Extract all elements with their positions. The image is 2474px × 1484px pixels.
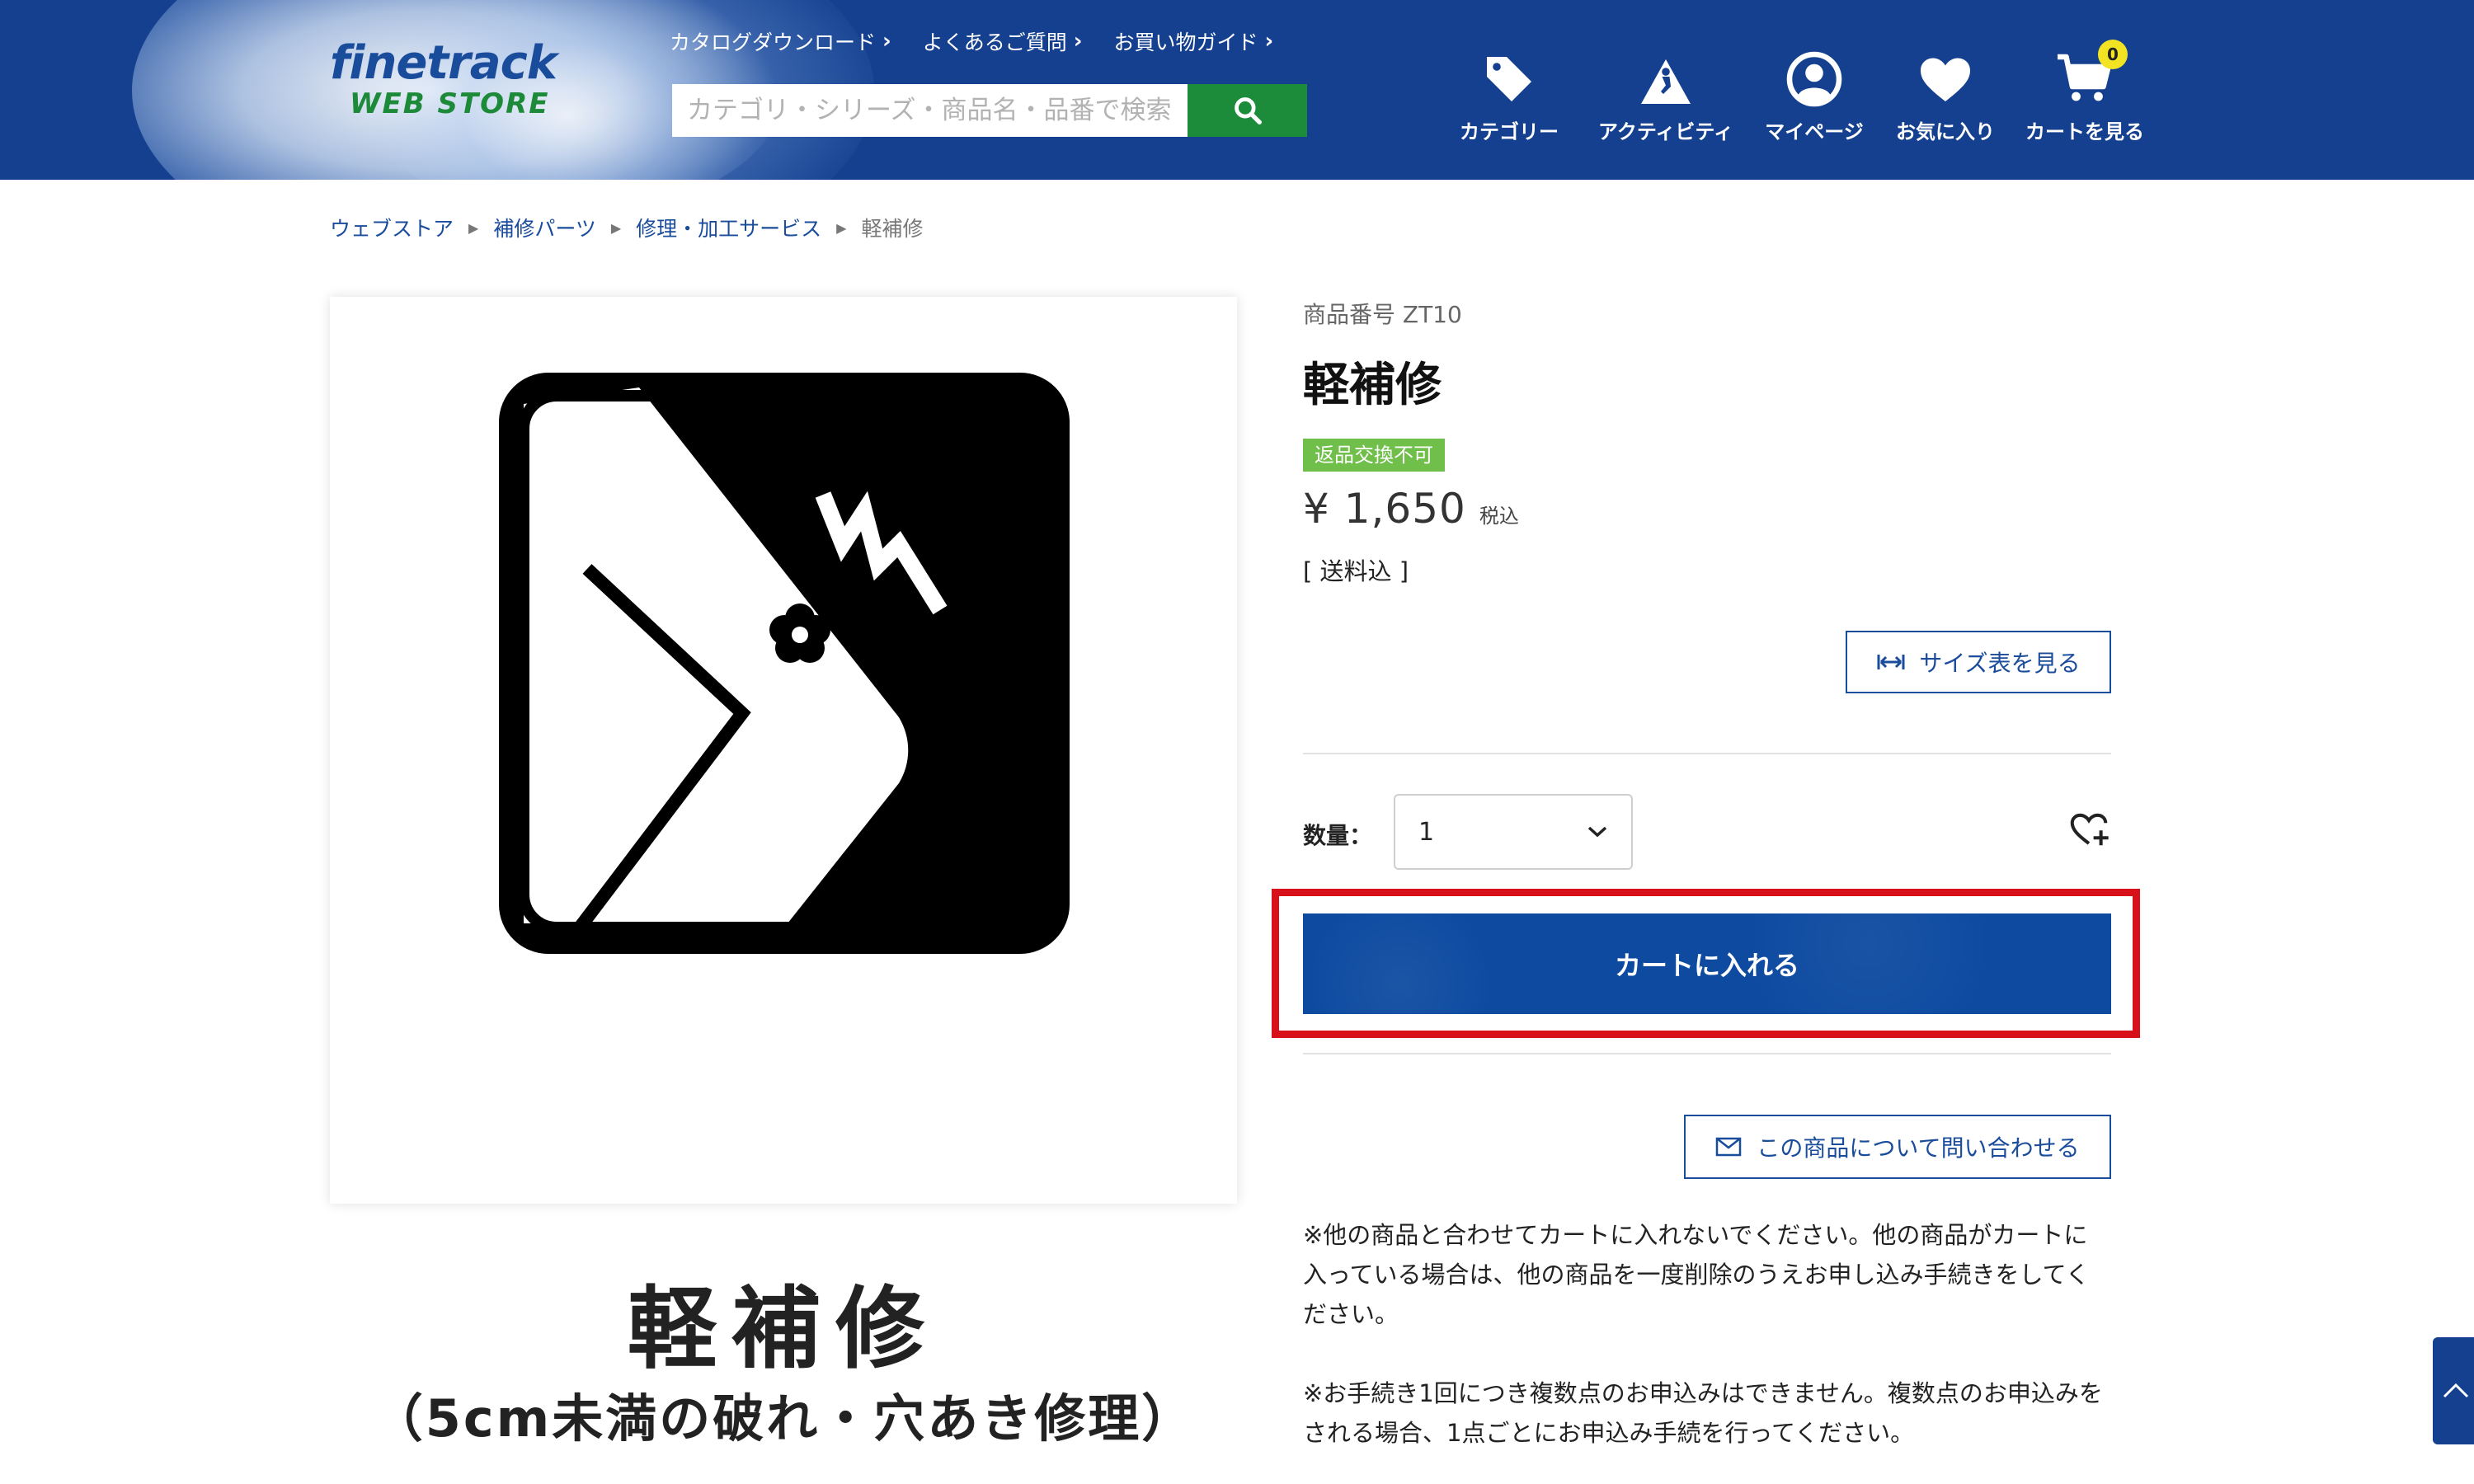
size-chart-button[interactable]: サイズ表を見る [1846, 631, 2111, 693]
mail-icon [1716, 1137, 1742, 1157]
quantity-value: 1 [1418, 817, 1435, 847]
nav-favorites[interactable]: お気に入り [1893, 41, 1998, 144]
nav-category[interactable]: カテゴリー [1447, 41, 1571, 144]
resize-arrows-icon [1877, 655, 1905, 669]
contact-about-product-button[interactable]: この商品について問い合わせる [1684, 1115, 2111, 1179]
faq-label: よくあるご質問 [922, 31, 1067, 54]
catalog-download-label: カタログダウンロード [670, 31, 877, 54]
nav-mypage[interactable]: マイページ [1761, 41, 1868, 144]
shipping-note: [ 送料込 ] [1303, 557, 1409, 585]
quantity-select[interactable]: 1 [1394, 794, 1633, 870]
product-image: 軽補修 （5cm未満の破れ・穴あき修理） [330, 297, 1237, 1449]
breadcrumb-item-repair-parts[interactable]: 補修パーツ [493, 213, 596, 242]
image-title: 軽補修 [627, 1278, 939, 1381]
product-price: ¥ 1,650 税込 [1303, 485, 1519, 533]
nav-category-label: カテゴリー [1460, 120, 1559, 143]
breadcrumb-separator-icon: ▶ [610, 219, 622, 236]
nav-favorites-label: お気に入り [1896, 120, 1995, 143]
header-top-links: カタログダウンロード › よくあるご質問 › お買い物ガイド › [670, 25, 1273, 58]
chevron-right-icon: › [882, 29, 891, 54]
breadcrumb-separator-icon: ▶ [468, 219, 479, 236]
add-to-cart-highlight-box [1272, 889, 2140, 1038]
shopping-guide-link[interactable]: お買い物ガイド › [1113, 25, 1273, 58]
site-logo[interactable]: finetrack WEB STORE [330, 36, 561, 127]
logo-wordmark: finetrack [330, 36, 557, 90]
nav-cart-label: カートを見る [2025, 120, 2144, 143]
add-favorite-heart-icon[interactable] [2067, 806, 2111, 851]
header-nav: カテゴリー アクティビティ マイページ お気に入り 0 カートを見る [1447, 40, 2171, 144]
nav-mypage-label: マイページ [1765, 120, 1864, 143]
nav-activity[interactable]: アクティビティ [1596, 41, 1736, 144]
size-chart-label: サイズ表を見る [1919, 650, 2081, 677]
cart-note-2: ※お手続き1回につき複数点のお申込みはできません。複数点のお申込みをされる場合、… [1303, 1379, 2103, 1447]
climber-icon [1641, 59, 1691, 104]
nav-activity-label: アクティビティ [1598, 120, 1733, 143]
tax-label: 税込 [1479, 505, 1519, 528]
breadcrumb-item-current: 軽補修 [861, 217, 924, 241]
product-title: 軽補修 [1303, 359, 1442, 412]
divider [1303, 1053, 2111, 1054]
price-value: ¥ 1,650 [1303, 485, 1466, 533]
breadcrumb-item-webstore[interactable]: ウェブストア [330, 213, 454, 242]
search-bar [672, 84, 1307, 137]
cart-count-badge: 0 [2098, 40, 2128, 69]
quantity-label: 数量： [1303, 822, 1373, 849]
no-return-badge: 返品交換不可 [1303, 439, 1445, 472]
search-icon [1234, 97, 1262, 124]
product-sku: 商品番号 ZT10 [1303, 301, 1462, 328]
user-icon [1786, 51, 1842, 107]
breadcrumb-item-repair-services[interactable]: 修理・加工サービス [636, 213, 821, 242]
chevron-down-icon [1587, 826, 1607, 838]
breadcrumb: ウェブストア ▶ 補修パーツ ▶ 修理・加工サービス ▶ 軽補修 [330, 213, 924, 242]
search-input[interactable] [672, 84, 1186, 137]
back-to-top-button[interactable] [2433, 1337, 2474, 1444]
heart-icon [1921, 58, 1970, 101]
image-subtitle: （5cm未満の破れ・穴あき修理） [371, 1388, 1196, 1449]
faq-link[interactable]: よくあるご質問 › [923, 25, 1083, 58]
light-repair-pictogram-icon [499, 373, 1070, 954]
shopping-guide-label: お買い物ガイド [1113, 31, 1258, 54]
contact-label: この商品について問い合わせる [1757, 1134, 2080, 1162]
logo-subtitle: WEB STORE [350, 87, 550, 120]
site-header: finetrack WEB STORE カタログダウンロード › よくあるご質問… [0, 0, 2474, 180]
breadcrumb-separator-icon: ▶ [836, 219, 847, 236]
tag-icon [1487, 57, 1531, 101]
search-button[interactable] [1188, 84, 1307, 137]
catalog-download-link[interactable]: カタログダウンロード › [670, 25, 891, 58]
nav-cart[interactable]: 0 カートを見る [2023, 40, 2147, 144]
chevron-right-icon: › [1073, 29, 1083, 54]
divider [1303, 753, 2111, 754]
cart-note-1: ※他の商品と合わせてカートに入れないでください。他の商品がカートに入っている場合… [1303, 1221, 2090, 1328]
chevron-right-icon: › [1264, 29, 1274, 54]
chevron-up-icon [2443, 1383, 2469, 1398]
